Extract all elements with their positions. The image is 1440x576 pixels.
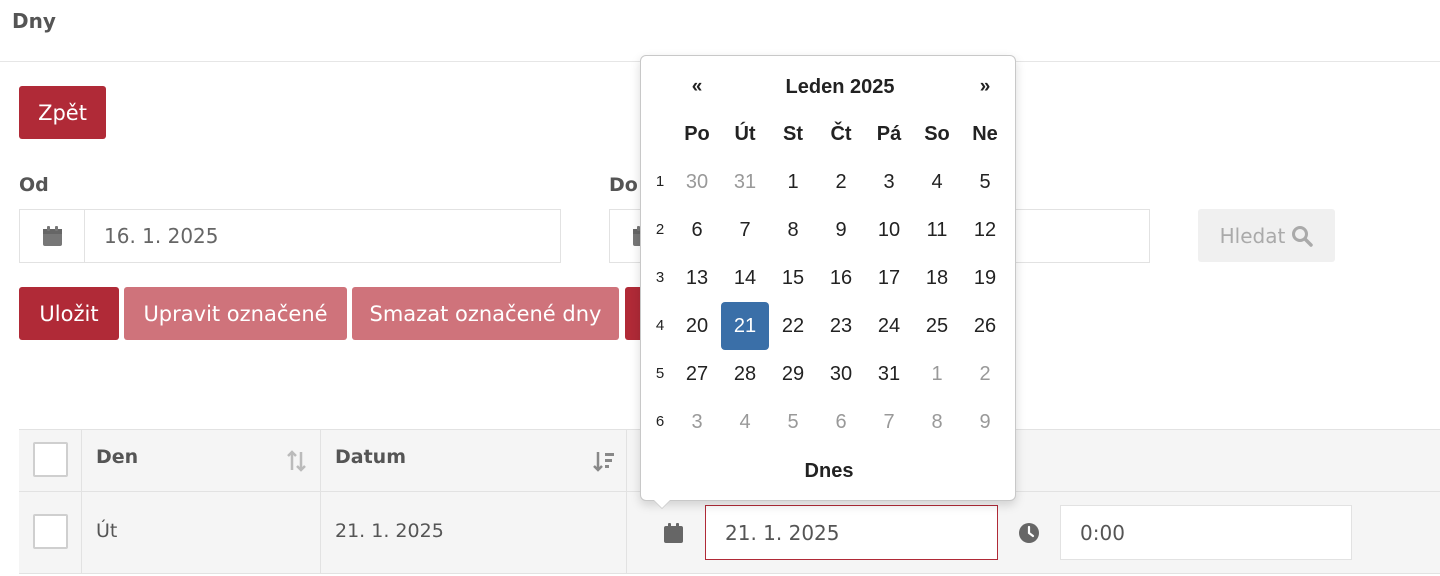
calendar-day[interactable]: 20 [673, 302, 721, 350]
week-number: 1 [655, 173, 665, 190]
calendar-day[interactable]: 13 [673, 254, 721, 302]
week-number: 4 [655, 317, 665, 334]
search-icon [1292, 225, 1314, 247]
week-number: 6 [655, 413, 665, 430]
row-time-input[interactable] [1060, 505, 1352, 560]
search-button[interactable]: Hledat [1198, 209, 1335, 262]
calendar-day[interactable]: 31 [865, 350, 913, 398]
calendar-day[interactable]: 7 [865, 398, 913, 446]
row-day: Út [96, 520, 118, 542]
calendar-day[interactable]: 15 [769, 254, 817, 302]
calendar-day[interactable]: 1 [913, 350, 961, 398]
from-label: Od [19, 174, 49, 196]
calendar-day[interactable]: 19 [961, 254, 1009, 302]
sort-icon[interactable] [286, 450, 308, 472]
sort-desc-icon[interactable] [593, 450, 615, 472]
select-all-checkbox[interactable] [33, 442, 68, 477]
week-number: 2 [655, 221, 665, 238]
calendar-day[interactable]: 4 [721, 398, 769, 446]
calendar-day[interactable]: 12 [961, 206, 1009, 254]
row-day-cell: Út [82, 492, 321, 573]
today-button[interactable]: Dnes [641, 460, 1017, 483]
calendar-day[interactable]: 9 [817, 206, 865, 254]
calendar-day[interactable]: 3 [673, 398, 721, 446]
page-title: Dny [12, 9, 56, 33]
from-date-group [19, 209, 561, 263]
calendar-day[interactable]: 8 [769, 206, 817, 254]
header-day[interactable]: Den [82, 430, 321, 491]
calendar-icon[interactable] [20, 210, 85, 262]
weekday-header: Čt [830, 123, 852, 145]
prev-month-button[interactable]: « [673, 76, 721, 98]
to-label: Do [609, 174, 638, 196]
calendar-day[interactable]: 17 [865, 254, 913, 302]
datepicker-title[interactable]: Leden 2025 [744, 76, 936, 99]
calendar-day[interactable]: 11 [913, 206, 961, 254]
calendar-day[interactable]: 16 [817, 254, 865, 302]
calendar-day[interactable]: 25 [913, 302, 961, 350]
edit-selected-button[interactable]: Upravit označené [124, 287, 347, 340]
calendar-day[interactable]: 10 [865, 206, 913, 254]
calendar-day[interactable]: 30 [817, 350, 865, 398]
weekday-header: Po [684, 123, 710, 145]
calendar-day[interactable]: 18 [913, 254, 961, 302]
calendar-day[interactable]: 22 [769, 302, 817, 350]
calendar-day[interactable]: 29 [769, 350, 817, 398]
weekday-header: St [783, 123, 803, 145]
datepicker-popup: « Leden 2025 » Po Út St Čt Pá So Ne 1 30 31 1 2 3 4 5… [640, 55, 1017, 509]
calendar-icon[interactable] [641, 505, 706, 560]
calendar-day[interactable]: 21 [721, 302, 769, 350]
calendar-day[interactable]: 24 [865, 302, 913, 350]
clock-icon[interactable] [998, 505, 1060, 560]
calendar-day[interactable]: 4 [913, 158, 961, 206]
calendar-day[interactable]: 1 [769, 158, 817, 206]
page-header: Dny [0, 0, 1440, 62]
calendar-day[interactable]: 30 [673, 158, 721, 206]
header-select-cell [19, 430, 82, 491]
calendar-day[interactable]: 6 [673, 206, 721, 254]
row-select-cell [19, 492, 82, 573]
row-date: 21. 1. 2025 [335, 520, 444, 542]
weekday-header: Ne [972, 123, 998, 145]
column-header-date: Datum [335, 446, 406, 468]
row-date-cell: 21. 1. 2025 [321, 492, 627, 573]
calendar-day[interactable]: 23 [817, 302, 865, 350]
row-date-input[interactable] [705, 505, 998, 560]
weekday-header: Pá [876, 123, 902, 145]
calendar-day[interactable]: 6 [817, 398, 865, 446]
search-label: Hledat [1219, 223, 1286, 248]
from-date-input[interactable] [85, 210, 560, 262]
weekday-header: So [924, 123, 950, 145]
next-month-button[interactable]: » [961, 76, 1009, 98]
calendar-day[interactable]: 3 [865, 158, 913, 206]
calendar-day[interactable]: 26 [961, 302, 1009, 350]
weekday-header: Út [734, 123, 756, 145]
calendar-day[interactable]: 27 [673, 350, 721, 398]
calendar-day[interactable]: 8 [913, 398, 961, 446]
column-header-day: Den [96, 446, 139, 468]
header-date[interactable]: Datum [321, 430, 627, 491]
calendar-day[interactable]: 7 [721, 206, 769, 254]
calendar-day[interactable]: 9 [961, 398, 1009, 446]
calendar-day[interactable]: 14 [721, 254, 769, 302]
calendar-day[interactable]: 5 [769, 398, 817, 446]
calendar-day[interactable]: 2 [961, 350, 1009, 398]
calendar-day[interactable]: 28 [721, 350, 769, 398]
calendar-day[interactable]: 31 [721, 158, 769, 206]
calendar-day[interactable]: 2 [817, 158, 865, 206]
week-number: 5 [655, 365, 665, 382]
week-number: 3 [655, 269, 665, 286]
calendar-day[interactable]: 5 [961, 158, 1009, 206]
back-button[interactable]: Zpět [19, 86, 106, 139]
row-checkbox[interactable] [33, 514, 68, 549]
delete-selected-button[interactable]: Smazat označené dny [352, 287, 619, 340]
save-button[interactable]: Uložit [19, 287, 119, 340]
